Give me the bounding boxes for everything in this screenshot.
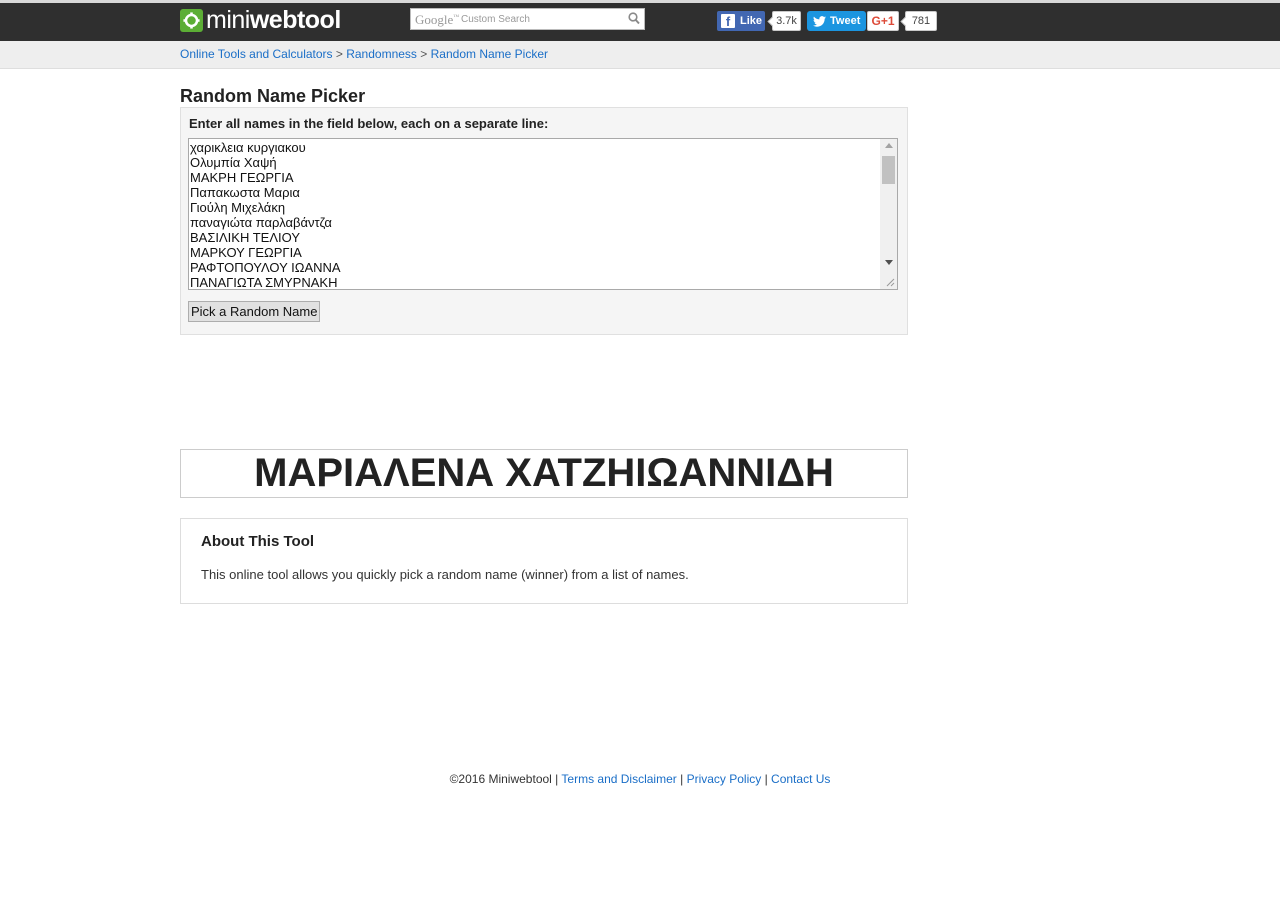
google-brand: Google™ [415, 12, 460, 27]
scrollbar-thumb[interactable] [882, 156, 895, 184]
facebook-icon: f [721, 14, 735, 29]
name-line: ΠΑΝΑΓΙΩΤΑ ΣΜΥΡΝΑΚΗ [190, 275, 338, 290]
footer-link-terms[interactable]: Terms and Disclaimer [561, 772, 676, 786]
footer-separator: | [676, 772, 687, 786]
page-title: Random Name Picker [180, 86, 366, 106]
twitter-tweet-button[interactable]: Tweet [807, 11, 866, 31]
name-line: Παπακωστα Μαρια [190, 185, 300, 200]
scroll-up-arrow-icon[interactable] [885, 143, 893, 148]
name-line: ΒΑΣΙΛΙΚΗ ΤΕΛΙΟΥ [190, 230, 300, 245]
picked-name-result: ΜΑΡΙΑΛΕΝΑ ΧΑΤΖΗΙΩΑΝΝΙΔΗ [180, 449, 908, 498]
name-line: ΜΑΡΚΟΥ ΓΕΩΡΓΙΑ [190, 245, 302, 260]
logo-text-bold: webtool [249, 6, 341, 34]
facebook-like-button[interactable]: f Like [717, 11, 765, 31]
textarea-scrollbar[interactable] [880, 139, 897, 289]
breadcrumb: Online Tools and Calculators > Randomnes… [180, 47, 548, 61]
name-line: ΡΑΦΤΟΠΟΥΛΟΥ ΙΩΑΝΝΑ [190, 260, 341, 275]
logo-wordmark: miniwebtool [206, 6, 341, 34]
google-brand-text: Google [415, 12, 454, 27]
breadcrumb-separator: > [416, 47, 431, 61]
site-logo[interactable]: miniwebtool [180, 6, 341, 34]
logo-text-light: mini [206, 6, 250, 34]
breadcrumb-separator: > [332, 47, 347, 61]
names-textarea[interactable]: χαρικλεια κυργιακου Ολυμπία Χαψή ΜΑΚΡΗ Γ… [188, 138, 898, 290]
twitter-bird-icon [813, 15, 826, 27]
footer-link-privacy[interactable]: Privacy Policy [687, 772, 762, 786]
form-instruction: Enter all names in the field below, each… [189, 116, 549, 131]
name-line: παναγιώτα παρλαβάντζα [190, 215, 332, 230]
scroll-down-arrow-icon[interactable] [885, 260, 893, 265]
pick-random-name-button[interactable]: Pick a Random Name [188, 301, 321, 322]
search-icon[interactable] [628, 12, 640, 30]
twitter-tweet-label: Tweet [830, 15, 861, 27]
breadcrumb-link-online-tools[interactable]: Online Tools and Calculators [180, 47, 333, 61]
google-plus-button[interactable]: G+1 [867, 11, 899, 31]
footer-separator: | [551, 772, 562, 786]
name-line: Ολυμπία Χαψή [190, 155, 277, 170]
about-text: This online tool allows you quickly pick… [201, 567, 689, 582]
facebook-like-label: Like [740, 15, 763, 27]
name-line: ΜΑΚΡΗ ΓΕΩΡΓΙΑ [190, 170, 294, 185]
gear-logo-icon [180, 8, 203, 32]
footer-copyright: ©2016 Miniwebtool [449, 772, 552, 786]
resize-grip-icon[interactable] [886, 278, 895, 287]
footer-link-contact[interactable]: Contact Us [771, 772, 830, 786]
breadcrumb-link-randomness[interactable]: Randomness [346, 47, 417, 61]
name-line: χαρικλεια κυργιακου [190, 140, 306, 155]
google-plus-count: 781 [905, 11, 937, 31]
names-list: χαρικλεια κυργιακου Ολυμπία Χαψή ΜΑΚΡΗ Γ… [190, 140, 341, 290]
breadcrumb-link-random-name-picker[interactable]: Random Name Picker [431, 47, 548, 61]
about-title: About This Tool [201, 533, 315, 550]
name-line: Γιούλη Μιχελάκη [190, 200, 286, 215]
search-input[interactable]: Google™ Custom Search [410, 8, 645, 30]
footer-separator: | [761, 772, 772, 786]
search-placeholder: Custom Search [461, 14, 530, 25]
about-tool-section: About This Tool This online tool allows … [180, 518, 908, 604]
name-picker-form: Enter all names in the field below, each… [180, 107, 908, 335]
facebook-like-count: 3.7k [772, 11, 801, 31]
footer: ©2016 Miniwebtool | Terms and Disclaimer… [0, 772, 1280, 786]
